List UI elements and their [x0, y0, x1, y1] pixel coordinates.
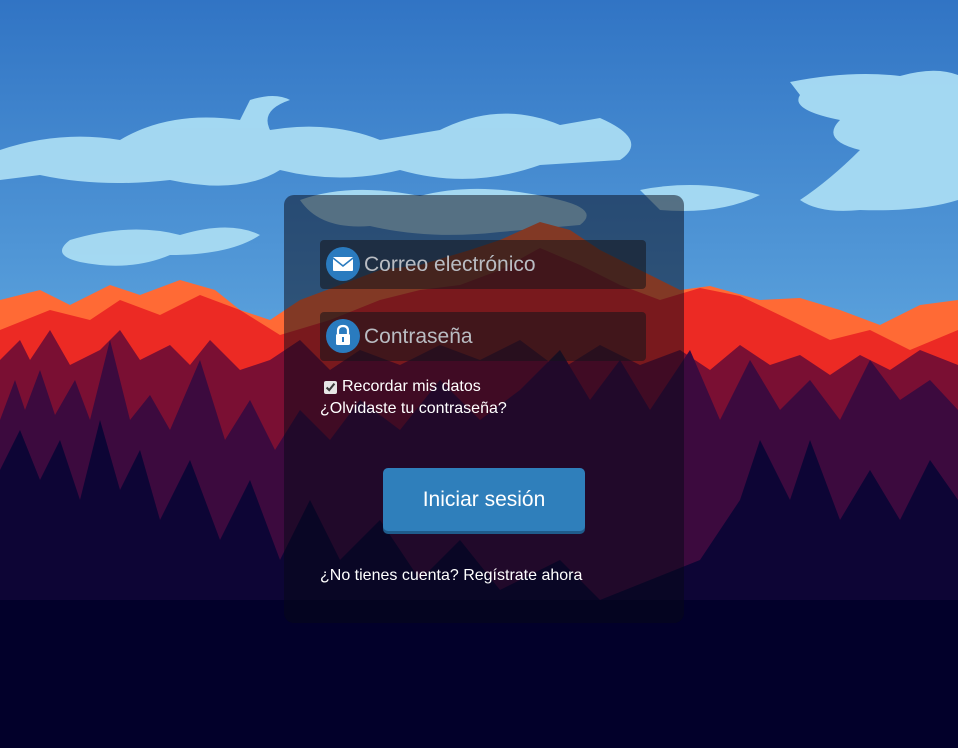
lock-icon [326, 319, 360, 353]
login-card: Recordar mis datos ¿Olvidaste tu contras… [284, 195, 684, 623]
remember-checkbox[interactable] [324, 380, 337, 394]
password-input[interactable] [364, 316, 640, 357]
email-field[interactable] [320, 240, 646, 289]
password-field[interactable] [320, 312, 646, 361]
envelope-icon [326, 247, 360, 281]
remember-me[interactable]: Recordar mis datos [324, 378, 481, 396]
email-input[interactable] [364, 244, 640, 285]
register-link[interactable]: ¿No tienes cuenta? Regístrate ahora [320, 567, 582, 585]
login-button[interactable]: Iniciar sesión [383, 468, 585, 531]
forgot-password-link[interactable]: ¿Olvidaste tu contraseña? [320, 400, 507, 418]
remember-label: Recordar mis datos [342, 378, 481, 395]
